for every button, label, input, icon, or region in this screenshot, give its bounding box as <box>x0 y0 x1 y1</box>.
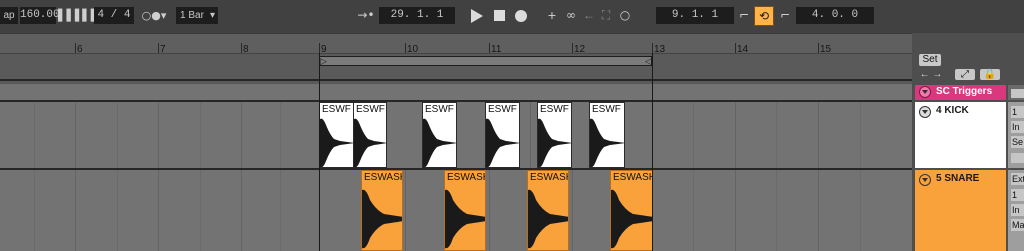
waveform <box>362 189 402 249</box>
waveform <box>528 189 568 249</box>
loop-end-line <box>652 53 653 251</box>
automation-arm-icon[interactable]: ∞ <box>563 7 579 24</box>
track-header-kick[interactable]: 4 KICK <box>915 102 1006 168</box>
io-input-type[interactable]: Ext <box>1011 173 1024 185</box>
time-signature-field[interactable]: 4 / 4 <box>94 7 134 24</box>
arrangement-position-field[interactable]: 29. 1. 1 <box>379 7 455 24</box>
waveform <box>354 118 386 167</box>
clip-title: ESWF K <box>538 103 571 117</box>
io-blank[interactable] <box>1011 153 1024 163</box>
track-header-snare[interactable]: 5 SNARE <box>915 170 1006 251</box>
clip-title: ESWASH <box>611 171 652 185</box>
loop-start-line <box>319 53 320 251</box>
metronome-bars-icon[interactable]: ▐▐ <box>78 7 95 24</box>
track-header-sc-triggers[interactable]: SC Triggers <box>915 85 1006 100</box>
loop-length-field[interactable]: 4. 0. 0 <box>796 7 874 24</box>
waveform <box>320 118 353 167</box>
clip-kick[interactable]: ESWF K <box>319 102 354 168</box>
session-record-icon[interactable]: ○ <box>618 7 632 24</box>
back-to-arrangement-icon[interactable]: ← <box>582 7 596 24</box>
overdub-plus-icon[interactable]: + <box>545 7 559 24</box>
bar-ruler[interactable]: 6 7 8 9 10 11 12 13 14 15 <box>0 33 912 55</box>
record-icon[interactable] <box>515 10 527 22</box>
group-icon[interactable] <box>919 86 931 98</box>
loop-start-marker-icon[interactable]: ▷ <box>320 56 327 66</box>
tempo-field[interactable]: 160.00 <box>20 7 60 24</box>
io-send[interactable]: Se <box>1011 136 1024 148</box>
play-icon[interactable] <box>471 9 483 23</box>
waveform <box>538 118 571 167</box>
waveform <box>423 118 456 167</box>
clip-title: ESWF K <box>354 103 386 117</box>
clip-snare[interactable]: ESWASH <box>527 170 569 251</box>
follow-icon[interactable]: →• <box>355 7 377 24</box>
clip-kick[interactable]: ESWF K <box>485 102 520 168</box>
clip-title: ESWF K <box>590 103 624 117</box>
clip-kick[interactable]: ESWF K <box>422 102 457 168</box>
loop-start-field[interactable]: 9. 1. 1 <box>656 7 734 24</box>
control-bar: ap 160.00 ▌▌▌ ▐▐ 4 / 4 ○●▾ 1 Bar ▾ →• 29… <box>0 0 1024 33</box>
io-input-channel[interactable]: 1 <box>1011 106 1024 118</box>
waveform <box>590 118 624 167</box>
clip-kick[interactable]: ESWF K <box>353 102 387 168</box>
clip-title: ESWASH <box>528 171 568 185</box>
stop-icon[interactable] <box>494 10 505 21</box>
io-blank[interactable] <box>1011 89 1024 98</box>
io-monitor-in[interactable]: In <box>1011 121 1024 133</box>
clip-title: ESWASH <box>362 171 402 185</box>
waveform <box>611 189 652 249</box>
expand-icon[interactable]: ⤢ <box>955 69 975 80</box>
capture-icon[interactable]: ⛶ <box>599 7 613 24</box>
clip-title: ESWASH <box>445 171 485 185</box>
lock-icon[interactable]: 🔒 <box>980 69 1000 80</box>
loop-brace[interactable] <box>319 56 652 66</box>
io-monitor-in[interactable]: In <box>1011 204 1024 216</box>
fold-toggle-icon[interactable] <box>919 106 931 118</box>
punch-out-icon[interactable]: ⌐ <box>776 7 794 24</box>
track-name: 5 SNARE <box>936 173 980 184</box>
clip-title: ESWF K <box>320 103 353 117</box>
punch-in-icon[interactable]: ⌐ <box>735 7 753 24</box>
io-input-channel[interactable]: 1 <box>1011 189 1024 201</box>
clip-snare[interactable]: ESWASH <box>444 170 486 251</box>
quantize-dropdown[interactable]: 1 Bar ▾ <box>176 7 218 24</box>
tap-tempo-button[interactable]: ap <box>0 7 18 24</box>
set-button[interactable]: Set <box>919 54 941 66</box>
clip-title: ESWF K <box>423 103 456 117</box>
clip-snare[interactable]: ESWASH <box>361 170 403 251</box>
clip-kick[interactable]: ESWF K <box>589 102 625 168</box>
clip-kick[interactable]: ESWF K <box>537 102 572 168</box>
track-name: 4 KICK <box>936 105 969 116</box>
fold-toggle-icon[interactable] <box>919 174 931 186</box>
loop-switch-icon[interactable]: ⟲ <box>754 6 774 26</box>
metronome-icon[interactable]: ○●▾ <box>140 7 168 24</box>
io-output[interactable]: Ma <box>1011 219 1024 231</box>
quantize-value: 1 Bar <box>180 10 204 21</box>
waveform <box>445 189 485 249</box>
track-name: SC Triggers <box>936 86 993 97</box>
chevron-down-icon: ▾ <box>209 10 215 21</box>
clip-snare[interactable]: ESWASH <box>610 170 653 251</box>
clip-title: ESWF K <box>486 103 519 117</box>
nudge-icon[interactable]: ▌▌▌ <box>58 7 83 24</box>
arrow-left-right-icon[interactable]: ← → <box>919 69 943 80</box>
waveform <box>486 118 519 167</box>
loop-end-marker-icon[interactable]: ◁ <box>645 56 652 66</box>
